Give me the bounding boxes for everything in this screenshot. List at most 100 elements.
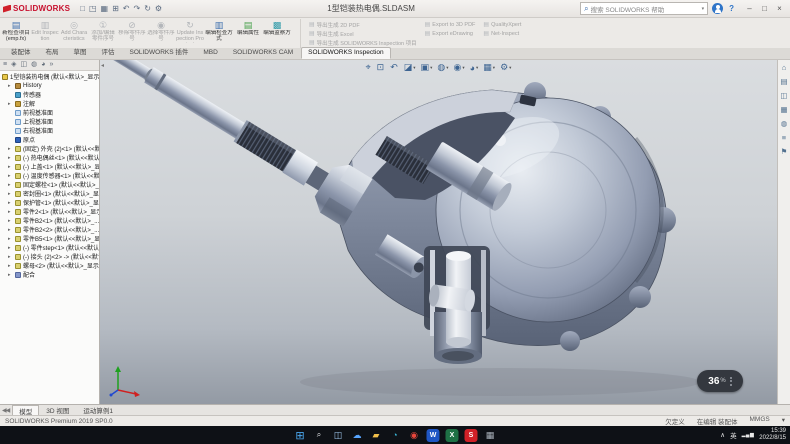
task-pane-icon[interactable]: ◍ [781, 120, 788, 128]
feature-tree-item[interactable]: ▸ 注解 [0, 99, 99, 108]
ribbon-export-button[interactable]: ▤ 导出生成 SOLIDWORKS Inspection 项目 [309, 38, 417, 47]
ribbon-tab[interactable]: 装配体 [4, 44, 38, 59]
titlebar-tool-icon[interactable]: ◳ [89, 4, 97, 14]
feature-tree-item[interactable]: ▸ (-) 热电偶丝<1> (默认<<默认>_显... [0, 153, 99, 162]
close-button[interactable]: × [772, 2, 787, 16]
task-pane-icon[interactable]: ◫ [780, 92, 787, 100]
search-caret-icon[interactable]: ▾ [702, 6, 705, 12]
expand-arrow-icon[interactable]: ▸ [8, 191, 13, 197]
feature-tree-item[interactable]: ▸ 零件2<1> (默认<<默认>_显示状态 [0, 207, 99, 216]
panel-tab-icon[interactable]: ◈ [11, 60, 16, 70]
task-pane-icon[interactable]: ≡ [782, 134, 786, 142]
expand-arrow-icon[interactable]: ▸ [8, 173, 13, 179]
ribbon-tab[interactable]: SOLIDWORKS 插件 [123, 44, 196, 59]
taskbar-icon[interactable]: ⌕ [313, 429, 326, 442]
feature-tree-item[interactable]: ▸ 密封圈<1> (默认<<默认>_显... [0, 189, 99, 198]
panel-collapse-arrow-icon[interactable]: ◂ [101, 62, 104, 69]
task-pane-icon[interactable]: ⚑ [781, 148, 788, 156]
expand-arrow-icon[interactable]: ▸ [8, 200, 13, 206]
expand-arrow-icon[interactable]: ▸ [8, 254, 13, 260]
task-pane-icon[interactable]: ⌂ [782, 64, 787, 72]
feature-tree-item[interactable]: ▸ 螺母<2> (默认<<默认>_显示状态 [0, 261, 99, 270]
help-icon[interactable]: ? [727, 4, 736, 13]
titlebar-tool-icon[interactable]: □ [80, 4, 85, 14]
view-toolbar-icon[interactable]: ◪ ▾ [404, 62, 416, 73]
view-toolbar-icon[interactable]: ⊡ [377, 62, 386, 73]
view-toolbar-icon[interactable]: ▣ ▾ [421, 62, 433, 73]
panel-tab-icon[interactable]: ◫ [20, 60, 27, 70]
task-pane-icon[interactable]: ▤ [780, 78, 787, 86]
expand-arrow-icon[interactable]: ▸ [8, 263, 13, 269]
task-pane-icon[interactable]: ▦ [780, 106, 787, 114]
expand-arrow-icon[interactable]: ▸ [8, 101, 13, 107]
panel-tab-icon[interactable]: » [49, 60, 53, 70]
feature-tree-item[interactable]: ▸ 零件B5<1> (默认<<默认>_显... [0, 234, 99, 243]
user-account-icon[interactable] [712, 3, 723, 14]
taskbar-icon[interactable]: ⊞ [294, 429, 307, 442]
ribbon-tab[interactable]: 布局 [39, 44, 66, 59]
ribbon-button[interactable]: ▥ 编辑检查方式 [205, 19, 233, 48]
taskbar-icon[interactable]: X [446, 429, 459, 442]
ribbon-tab[interactable]: 草图 [67, 44, 94, 59]
view-toolbar-icon[interactable]: ◍ ▾ [437, 62, 448, 73]
ribbon-export-button[interactable] [425, 38, 476, 47]
view-toolbar-icon[interactable]: ◉ ▾ [453, 62, 464, 73]
taskbar-icon[interactable]: ▦ [484, 429, 497, 442]
ribbon-export-button[interactable]: ▤ Export eDrawing [425, 29, 476, 38]
expand-arrow-icon[interactable]: ▸ [8, 209, 13, 215]
ribbon-tab[interactable]: SOLIDWORKS Inspection [301, 47, 391, 59]
panel-tab-icon[interactable]: ◍ [31, 60, 37, 70]
feature-tree-item[interactable]: ▸ 固定螺栓<1> (默认<<默认>_显示状 [0, 180, 99, 189]
taskbar-icon[interactable]: ☁ [351, 429, 364, 442]
view-toolbar-icon[interactable]: ◕ ▾ [470, 63, 479, 73]
maximize-button[interactable]: □ [757, 2, 772, 16]
minimize-button[interactable]: – [742, 2, 757, 16]
feature-tree-item[interactable]: 前视基准面 [0, 108, 99, 117]
titlebar-tool-icon[interactable]: ⚙ [155, 4, 162, 14]
ime-indicator[interactable]: 英 [730, 430, 737, 440]
ribbon-export-button[interactable]: ▤ Export to 3D PDF [425, 20, 476, 29]
tray-chevron-icon[interactable]: ∧ [720, 431, 725, 439]
network-signal-icon[interactable]: ▂▄▆ [742, 432, 755, 438]
titlebar-tool-icon[interactable]: ↶ [123, 4, 130, 14]
expand-arrow-icon[interactable]: ▸ [8, 182, 13, 188]
ribbon-tab[interactable]: 评估 [95, 44, 122, 59]
panel-tab-icon[interactable]: ◕ [41, 60, 45, 70]
titlebar-tool-icon[interactable]: ⊞ [112, 4, 119, 14]
feature-tree-item[interactable]: 右视基准面 [0, 126, 99, 135]
expand-arrow-icon[interactable]: ▸ [8, 218, 13, 224]
feature-tree-root[interactable]: 1型铠装热电偶 (默认<默认>_显示状态-1) [0, 72, 99, 81]
ribbon-button[interactable]: ▤ 编辑属性 [234, 19, 262, 48]
feature-tree-item[interactable]: ▸ 零件B2<1> (默认<<默认>_... [0, 216, 99, 225]
taskbar-icon[interactable]: W [427, 429, 440, 442]
expand-arrow-icon[interactable]: ▸ [8, 146, 13, 152]
expand-arrow-icon[interactable]: ▸ [8, 272, 13, 278]
view-tab[interactable]: 运动算例1 [76, 405, 120, 415]
expand-arrow-icon[interactable]: ▸ [8, 236, 13, 242]
feature-tree-item[interactable]: ▸ (-) 上盖<1> (默认<<默认>_显示状... [0, 162, 99, 171]
feature-tree-item[interactable]: ▸ History [0, 81, 99, 90]
titlebar-tool-icon[interactable]: ▦ [101, 4, 109, 14]
tab-scroll-arrows-icon[interactable]: ◀◀ [2, 407, 9, 414]
feature-tree-item[interactable]: ▸ 保护管<1> (默认<<默认>_显示... [0, 198, 99, 207]
ribbon-export-button[interactable]: ▤ 导出生成 2D PDF [309, 20, 417, 29]
expand-arrow-icon[interactable]: ▸ [8, 155, 13, 161]
ribbon-export-button[interactable]: ▤ Net-Inspect [483, 29, 521, 38]
titlebar-tool-icon[interactable]: ↷ [133, 4, 140, 14]
feature-tree-item[interactable]: ▸ 配合 [0, 270, 99, 279]
expand-arrow-icon[interactable]: ▸ [8, 245, 13, 251]
panel-tab-icon[interactable]: ≡ [3, 60, 7, 70]
feature-tree-item[interactable]: ▸ (-) 接头 (2)<2> -> (默认<<默认>... [0, 252, 99, 261]
feature-tree-item[interactable]: ▸ (-) 零件step<1> (默认<<默认>... [0, 243, 99, 252]
feature-tree-item[interactable]: 原点 [0, 135, 99, 144]
view-tab[interactable]: 模型 [12, 405, 39, 415]
ribbon-export-button[interactable]: ▤ QualityXpert [483, 20, 521, 29]
graphics-area[interactable]: ◂ ⌖ ⊡ ↶ ◪ ▾ ▣ [100, 60, 777, 404]
feature-tree-item[interactable]: ▸ 零件B2<2> (默认<<默认>_... [0, 225, 99, 234]
view-tab[interactable]: 3D 视图 [39, 405, 76, 415]
taskbar-icon[interactable]: ◔ [389, 429, 402, 442]
titlebar-tool-icon[interactable]: ↻ [144, 4, 151, 14]
expand-arrow-icon[interactable]: ▸ [8, 227, 13, 233]
taskbar-icon[interactable]: S [465, 429, 478, 442]
help-search-input[interactable]: ⌕ 搜索 SOLIDWORKS 帮助 ▾ [580, 2, 708, 15]
